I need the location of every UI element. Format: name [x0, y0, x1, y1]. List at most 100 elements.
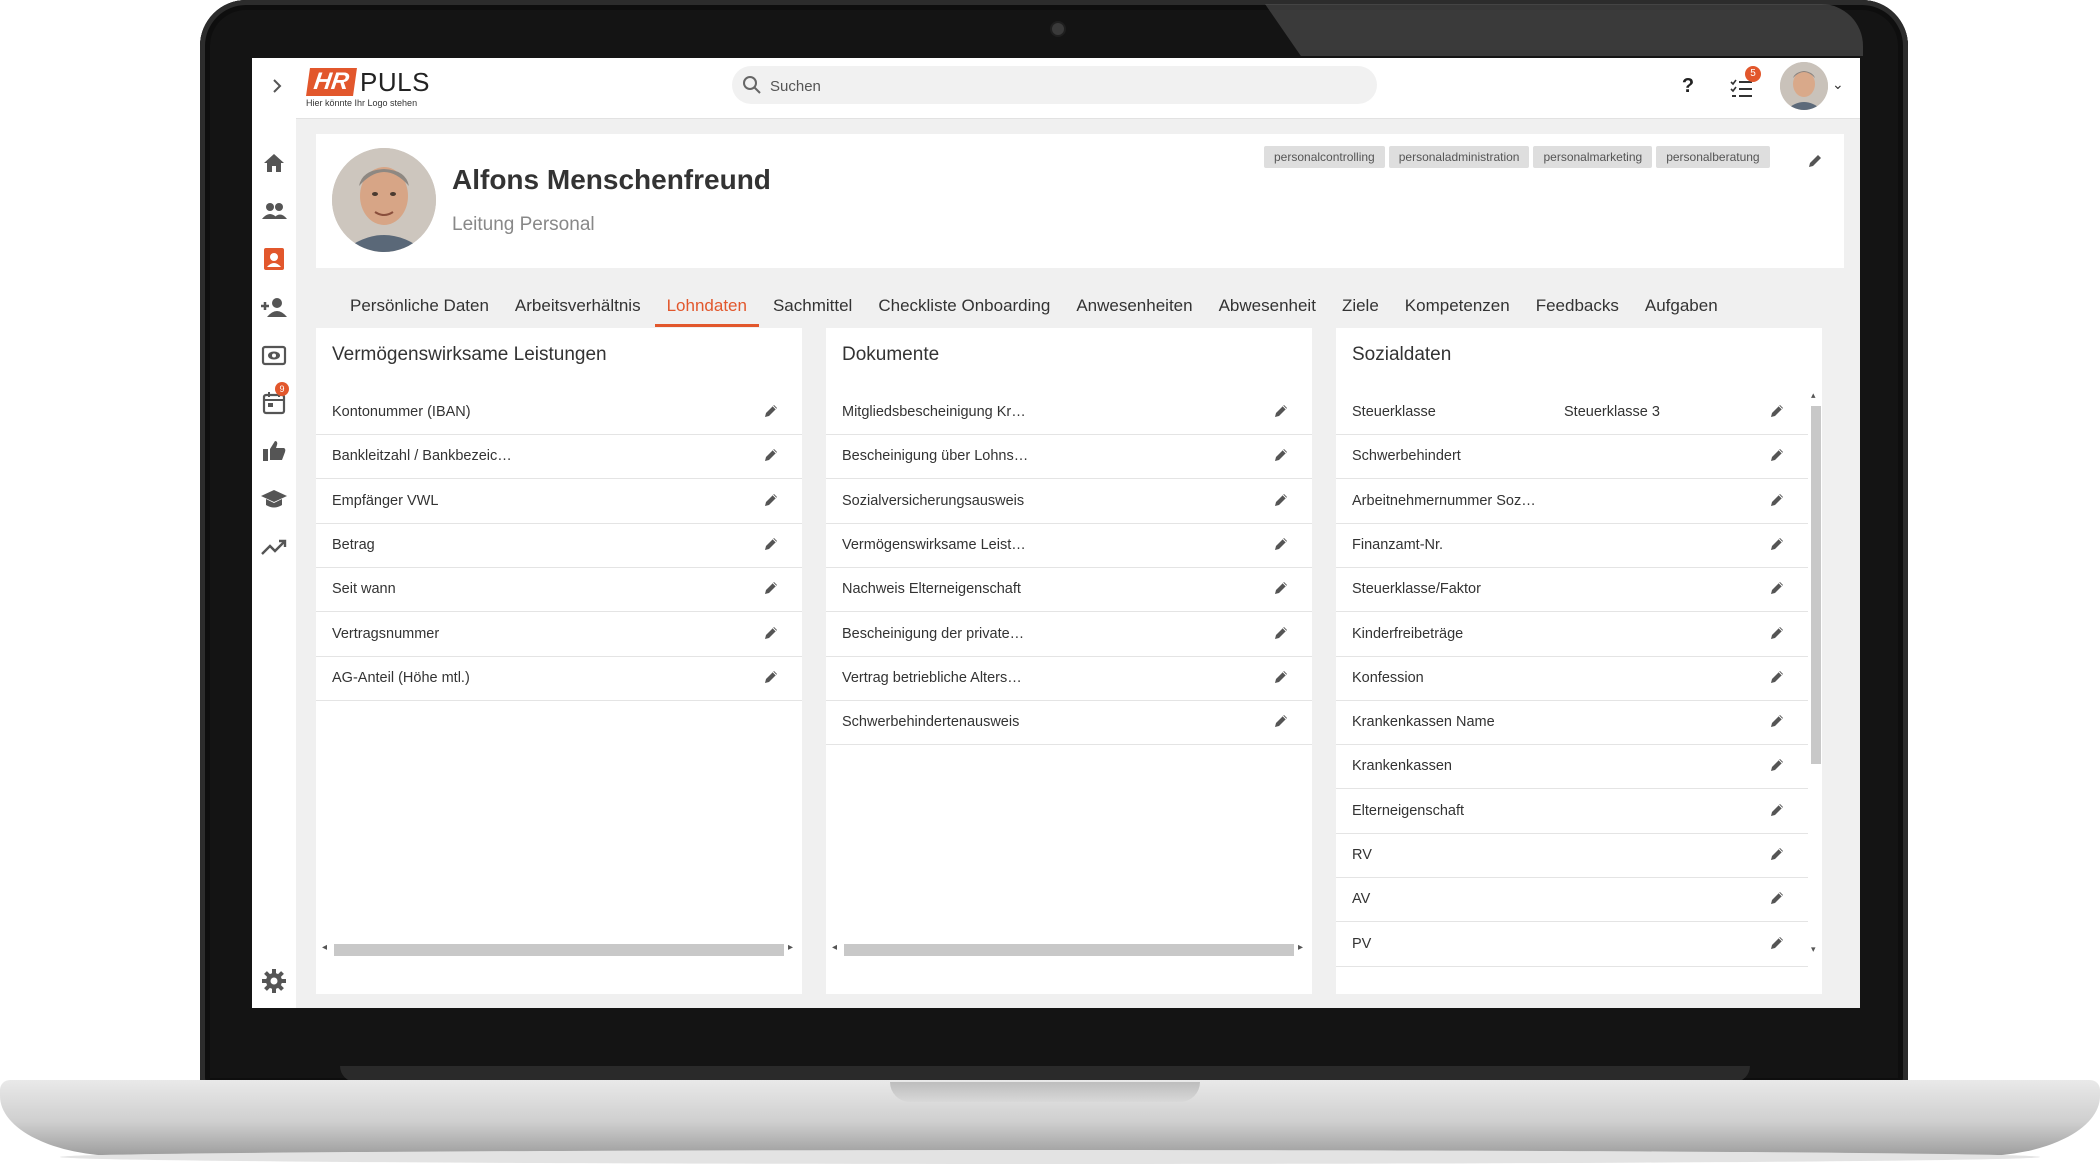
pencil-icon[interactable] [1272, 579, 1290, 597]
thumbs-up-icon [263, 441, 286, 461]
scroll-up-icon[interactable]: ▴ [1811, 390, 1816, 401]
pencil-icon[interactable] [1768, 535, 1786, 553]
edit-tags-pencil-icon[interactable] [1806, 152, 1824, 170]
search-input[interactable] [768, 70, 1362, 102]
app-logo[interactable]: HR PULS Hier könnte Ihr Logo stehen [304, 64, 444, 110]
pencil-icon[interactable] [1272, 535, 1290, 553]
field-row: Elterneigenschaft [1336, 789, 1808, 834]
panel-title: Sozialdaten [1352, 344, 1452, 365]
pencil-icon[interactable] [1272, 668, 1290, 686]
field-label: Vermögenswirksame Leist… [842, 536, 1026, 553]
profile-header: Alfons Menschenfreund Leitung Personal p… [316, 134, 1844, 268]
nav-training[interactable] [259, 484, 289, 514]
scroll-left-icon[interactable]: ◂ [322, 942, 327, 953]
field-row: Steuerklasse/Faktor [1336, 567, 1808, 613]
scrollbar-thumb[interactable] [334, 944, 784, 956]
tab-checkliste-onboarding[interactable]: Checkliste Onboarding [866, 290, 1062, 324]
tab-ziele[interactable]: Ziele [1330, 290, 1391, 324]
scrollbar-thumb[interactable] [844, 944, 1294, 956]
pencil-icon[interactable] [1768, 579, 1786, 597]
laptop-shadow [60, 1150, 2040, 1164]
tab-aufgaben[interactable]: Aufgaben [1633, 290, 1730, 324]
field-label: AG-Anteil (Höhe mtl.) [332, 669, 470, 686]
team-icon [262, 203, 287, 219]
pencil-icon[interactable] [1768, 491, 1786, 509]
expand-sidebar-button[interactable] [264, 73, 290, 99]
field-row: Sozialversicherungsausweis [826, 479, 1312, 524]
scrollbar-thumb[interactable] [1811, 406, 1821, 764]
profile-photo-image [332, 148, 436, 252]
nav-add-employee[interactable] [259, 292, 289, 322]
user-avatar[interactable] [1780, 62, 1828, 110]
scroll-right-icon[interactable]: ▸ [788, 942, 793, 953]
tag[interactable]: personaladministration [1388, 146, 1530, 168]
pencil-icon[interactable] [1768, 446, 1786, 464]
horizontal-scrollbar[interactable]: ◂ ▸ [830, 940, 1308, 956]
panel-title: Dokumente [842, 344, 940, 365]
pencil-icon[interactable] [762, 579, 780, 597]
field-label: Bankleitzahl / Bankbezeic… [332, 448, 512, 465]
tab-sachmittel[interactable]: Sachmittel [761, 290, 864, 324]
pencil-icon[interactable] [762, 491, 780, 509]
pencil-icon[interactable] [762, 446, 780, 464]
pencil-icon[interactable] [1272, 446, 1290, 464]
field-label: Bescheinigung der private… [842, 625, 1025, 642]
tasks-badge: 5 [1745, 66, 1761, 82]
pencil-icon[interactable] [1272, 402, 1290, 420]
tag[interactable]: personalmarketing [1533, 146, 1653, 168]
field-label: Mitgliedsbescheinigung Kr… [842, 404, 1026, 420]
nav-team[interactable] [259, 196, 289, 226]
add-person-icon [261, 298, 287, 317]
pencil-icon[interactable] [1768, 801, 1786, 819]
pencil-icon[interactable] [1768, 712, 1786, 730]
pencil-icon[interactable] [1272, 712, 1290, 730]
tasks-button[interactable]: 5 [1727, 66, 1761, 102]
field-row: Vertragsnummer [316, 612, 802, 657]
nav-review[interactable] [259, 340, 289, 370]
pencil-icon[interactable] [762, 535, 780, 553]
scroll-left-icon[interactable]: ◂ [832, 942, 837, 953]
panel-sozialdaten: Sozialdaten Steuerklasse Steuerklasse 3 Sc… [1336, 328, 1822, 994]
vertical-scrollbar[interactable]: ▴ ▾ [1810, 390, 1822, 958]
pencil-icon[interactable] [1272, 624, 1290, 642]
field-label: Finanzamt-Nr. [1352, 536, 1444, 553]
pencil-icon[interactable] [1768, 402, 1786, 420]
tab-kompetenzen[interactable]: Kompetenzen [1393, 290, 1522, 324]
horizontal-scrollbar[interactable]: ◂ ▸ [320, 940, 798, 956]
nav-settings[interactable] [259, 966, 289, 996]
field-label: Vertrag betriebliche Alters… [842, 669, 1022, 686]
pencil-icon[interactable] [762, 668, 780, 686]
field-row: Schwerbehindert [1336, 434, 1808, 480]
nav-home[interactable] [259, 148, 289, 178]
nav-analytics[interactable] [259, 532, 289, 562]
nav-calendar[interactable]: 9 [259, 382, 289, 418]
pencil-icon[interactable] [1768, 668, 1786, 686]
field-label: Betrag [332, 536, 375, 553]
field-row: Arbeitnehmernummer Soz… [1336, 479, 1808, 524]
scroll-down-icon[interactable]: ▾ [1811, 944, 1816, 955]
field-row: Bescheinigung der private… [826, 612, 1312, 657]
tab-feedbacks[interactable]: Feedbacks [1524, 290, 1631, 324]
pencil-icon[interactable] [1768, 889, 1786, 907]
tab-abwesenheit[interactable]: Abwesenheit [1207, 290, 1328, 324]
pencil-icon[interactable] [1768, 934, 1786, 952]
chevron-down-icon[interactable]: ⌄ [1832, 76, 1844, 93]
nav-profile[interactable] [259, 244, 289, 274]
help-button[interactable]: ? [1676, 72, 1700, 100]
pencil-icon[interactable] [762, 402, 780, 420]
top-bar: HR PULS Hier könnte Ihr Logo stehen ? 5 [252, 58, 1860, 119]
calendar-badge: 9 [275, 382, 289, 396]
tab-lohndaten[interactable]: Lohndaten [654, 290, 759, 327]
tab-persoenliche-daten[interactable]: Persönliche Daten [338, 290, 501, 324]
pencil-icon[interactable] [762, 624, 780, 642]
pencil-icon[interactable] [1272, 491, 1290, 509]
pencil-icon[interactable] [1768, 756, 1786, 774]
tab-anwesenheiten[interactable]: Anwesenheiten [1064, 290, 1204, 324]
scroll-right-icon[interactable]: ▸ [1298, 942, 1303, 953]
tag[interactable]: personalcontrolling [1264, 146, 1385, 168]
pencil-icon[interactable] [1768, 624, 1786, 642]
pencil-icon[interactable] [1768, 845, 1786, 863]
nav-feedback[interactable] [259, 436, 289, 466]
tab-arbeitsverhaeltnis[interactable]: Arbeitsverhältnis [503, 290, 653, 324]
tag[interactable]: personalberatung [1656, 146, 1770, 168]
